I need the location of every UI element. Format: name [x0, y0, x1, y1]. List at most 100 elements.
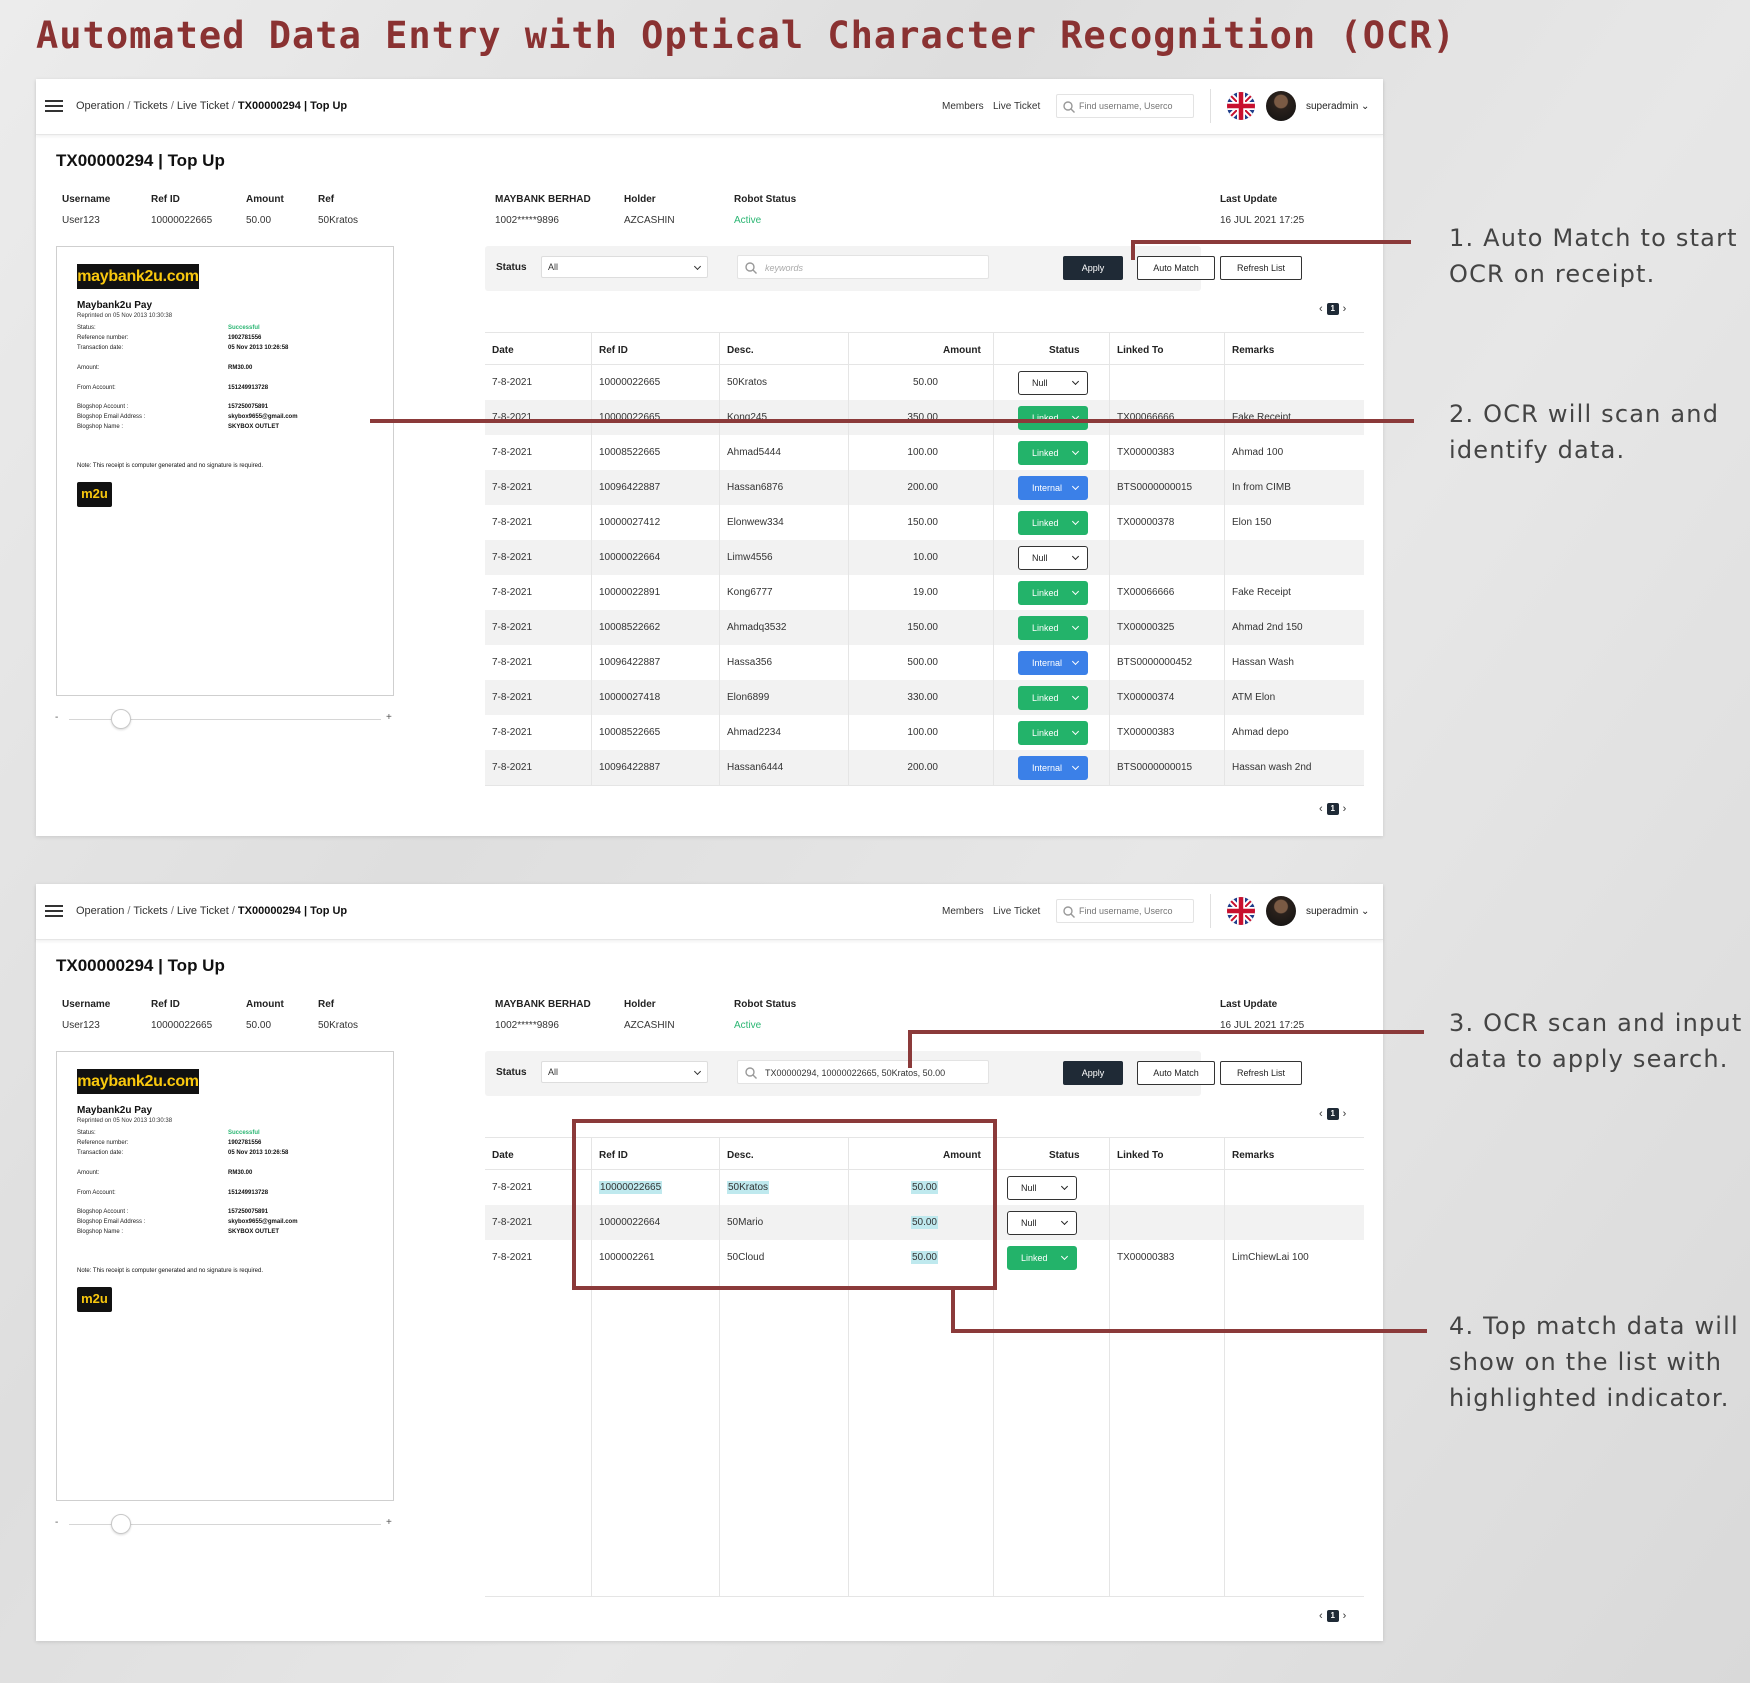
status-dropdown[interactable]: Linked: [1018, 686, 1088, 710]
zoom-out-button[interactable]: -: [55, 1517, 58, 1528]
prev-page-button[interactable]: ‹: [1319, 303, 1323, 315]
breadcrumb-tickets[interactable]: Tickets: [133, 905, 167, 917]
table-row[interactable]: 7-8-2021 10096422887 Hassan6876 200.00 Inter…: [485, 470, 1364, 505]
status-dropdown[interactable]: Internal: [1018, 756, 1088, 780]
user-menu[interactable]: superadmin ⌄: [1306, 101, 1369, 112]
zoom-slider-handle[interactable]: [111, 1514, 131, 1534]
zoom-in-button[interactable]: +: [386, 1517, 392, 1528]
status-dropdown[interactable]: Null: [1018, 371, 1088, 395]
status-dropdown[interactable]: Linked: [1018, 441, 1088, 465]
table-row[interactable]: 7-8-2021 10000022891 Kong6777 19.00 Linked TX…: [485, 575, 1364, 610]
page-number[interactable]: 1: [1326, 1108, 1339, 1121]
status-dropdown[interactable]: Linked: [1018, 581, 1088, 605]
avatar[interactable]: [1266, 91, 1296, 121]
table-row[interactable]: 7-8-2021 10008522662 Ahmadq3532 150.00 Linke…: [485, 610, 1364, 645]
next-page-button[interactable]: ›: [1343, 1610, 1347, 1622]
receipt-field-value: RM30.00: [228, 1170, 253, 1176]
table-row[interactable]: 7-8-2021 10000022665 Kong245 350.00 Linked TX…: [485, 400, 1364, 435]
table-row[interactable]: 7-8-2021 10096422887 Hassan6444 200.00 Inter…: [485, 750, 1364, 785]
status-dropdown-label: Linked: [1032, 448, 1059, 458]
prev-page-button[interactable]: ‹: [1319, 803, 1323, 815]
status-dropdown[interactable]: Internal: [1018, 651, 1088, 675]
table-row[interactable]: 7-8-2021 10008522665 Ahmad5444 100.00 Linked…: [485, 435, 1364, 470]
status-dropdown[interactable]: Linked: [1018, 616, 1088, 640]
status-filter-select[interactable]: All: [541, 256, 708, 278]
keyword-search[interactable]: [737, 255, 989, 279]
hamburger-menu-icon[interactable]: [45, 905, 63, 917]
uk-flag-icon[interactable]: [1227, 92, 1255, 120]
nav-live-ticket[interactable]: Live Ticket: [993, 906, 1040, 917]
chevron-down-icon: [1071, 657, 1080, 666]
user-search-input[interactable]: [1079, 98, 1191, 114]
status-dropdown[interactable]: Linked: [1007, 1246, 1077, 1270]
prev-page-button[interactable]: ‹: [1319, 1108, 1323, 1120]
breadcrumb-operation[interactable]: Operation: [76, 100, 124, 112]
hamburger-menu-icon[interactable]: [45, 100, 63, 112]
chevron-down-icon: [1071, 692, 1080, 701]
zoom-slider-handle[interactable]: [111, 709, 131, 729]
label-amount: Amount: [246, 999, 284, 1010]
cell-date-text: 7-8-2021: [492, 482, 533, 493]
keyword-input[interactable]: [765, 260, 985, 275]
zoom-out-button[interactable]: -: [55, 712, 58, 723]
receipt-field-value: 1902781556: [228, 335, 262, 341]
nav-members[interactable]: Members: [942, 906, 984, 917]
cell-desc: Kong6777: [727, 587, 773, 598]
chevron-down-icon: [693, 1067, 702, 1076]
page-number[interactable]: 1: [1326, 1610, 1339, 1623]
breadcrumb-live-ticket[interactable]: Live Ticket: [177, 100, 229, 112]
cell-desc-text: Hassa356: [727, 657, 773, 668]
apply-button[interactable]: Apply: [1063, 256, 1123, 280]
next-page-button[interactable]: ›: [1343, 303, 1347, 315]
breadcrumb: Operation / Tickets / Live Ticket / TX00000294…: [76, 100, 348, 112]
receipt-field-value: RM30.00: [228, 365, 253, 371]
cell-desc: Limw4556: [727, 552, 773, 563]
maybank-logo: maybank2u.com: [77, 264, 199, 289]
apply-button[interactable]: Apply: [1063, 1061, 1123, 1085]
value-holder: AZCASHIN: [624, 215, 675, 226]
refresh-list-button[interactable]: Refresh List: [1220, 1061, 1302, 1085]
zoom-in-button[interactable]: +: [386, 712, 392, 723]
table-row[interactable]: 7-8-2021 10008522665 Ahmad2234 100.00 Linked…: [485, 715, 1364, 750]
status-dropdown[interactable]: Null: [1007, 1176, 1077, 1200]
uk-flag-icon[interactable]: [1227, 897, 1255, 925]
cell-amount: 100.00: [858, 447, 938, 458]
breadcrumb-live-ticket[interactable]: Live Ticket: [177, 905, 229, 917]
status-dropdown[interactable]: Linked: [1018, 721, 1088, 745]
next-page-button[interactable]: ›: [1343, 1108, 1347, 1120]
table-row[interactable]: 7-8-2021 10096422887 Hassa356 500.00 Interna…: [485, 645, 1364, 680]
table-row[interactable]: 7-8-2021 10000027412 Elonwew334 150.00 Linke…: [485, 505, 1364, 540]
user-search[interactable]: [1056, 94, 1194, 118]
cell-linked-to-text: TX00000325: [1117, 622, 1175, 633]
status-dropdown[interactable]: Null: [1007, 1211, 1077, 1235]
nav-members[interactable]: Members: [942, 101, 984, 112]
avatar[interactable]: [1266, 896, 1296, 926]
cell-ref-id: 10008522662: [599, 622, 660, 633]
table-row[interactable]: 7-8-2021 10000027418 Elon6899 330.00 Linked T…: [485, 680, 1364, 715]
status-dropdown[interactable]: Linked: [1018, 511, 1088, 535]
user-menu[interactable]: superadmin ⌄: [1306, 906, 1369, 917]
value-username: User123: [62, 215, 100, 226]
status-dropdown[interactable]: Internal: [1018, 476, 1088, 500]
table-row[interactable]: 7-8-2021 10000022664 Limw4556 10.00 Null: [485, 540, 1364, 575]
page-number[interactable]: 1: [1326, 303, 1339, 316]
nav-live-ticket[interactable]: Live Ticket: [993, 101, 1040, 112]
auto-match-button[interactable]: Auto Match: [1137, 256, 1215, 280]
breadcrumb-operation[interactable]: Operation: [76, 905, 124, 917]
status-dropdown[interactable]: Null: [1018, 546, 1088, 570]
refresh-list-button[interactable]: Refresh List: [1220, 256, 1302, 280]
user-search[interactable]: [1056, 899, 1194, 923]
prev-page-button[interactable]: ‹: [1319, 1610, 1323, 1622]
user-search-input[interactable]: [1079, 903, 1191, 919]
breadcrumb-tickets[interactable]: Tickets: [133, 100, 167, 112]
next-page-button[interactable]: ›: [1343, 803, 1347, 815]
page-number[interactable]: 1: [1326, 803, 1339, 816]
status-dropdown[interactable]: Linked: [1018, 406, 1088, 430]
username-label: superadmin: [1306, 906, 1359, 917]
table-row[interactable]: 7-8-2021 10000022665 50Kratos 50.00 Null: [485, 365, 1364, 400]
auto-match-button[interactable]: Auto Match: [1137, 1061, 1215, 1085]
cell-ref-id-text: 10000022891: [599, 587, 661, 598]
status-filter-select[interactable]: All: [541, 1061, 708, 1083]
keyword-search[interactable]: [737, 1060, 989, 1084]
keyword-input[interactable]: [765, 1065, 985, 1080]
